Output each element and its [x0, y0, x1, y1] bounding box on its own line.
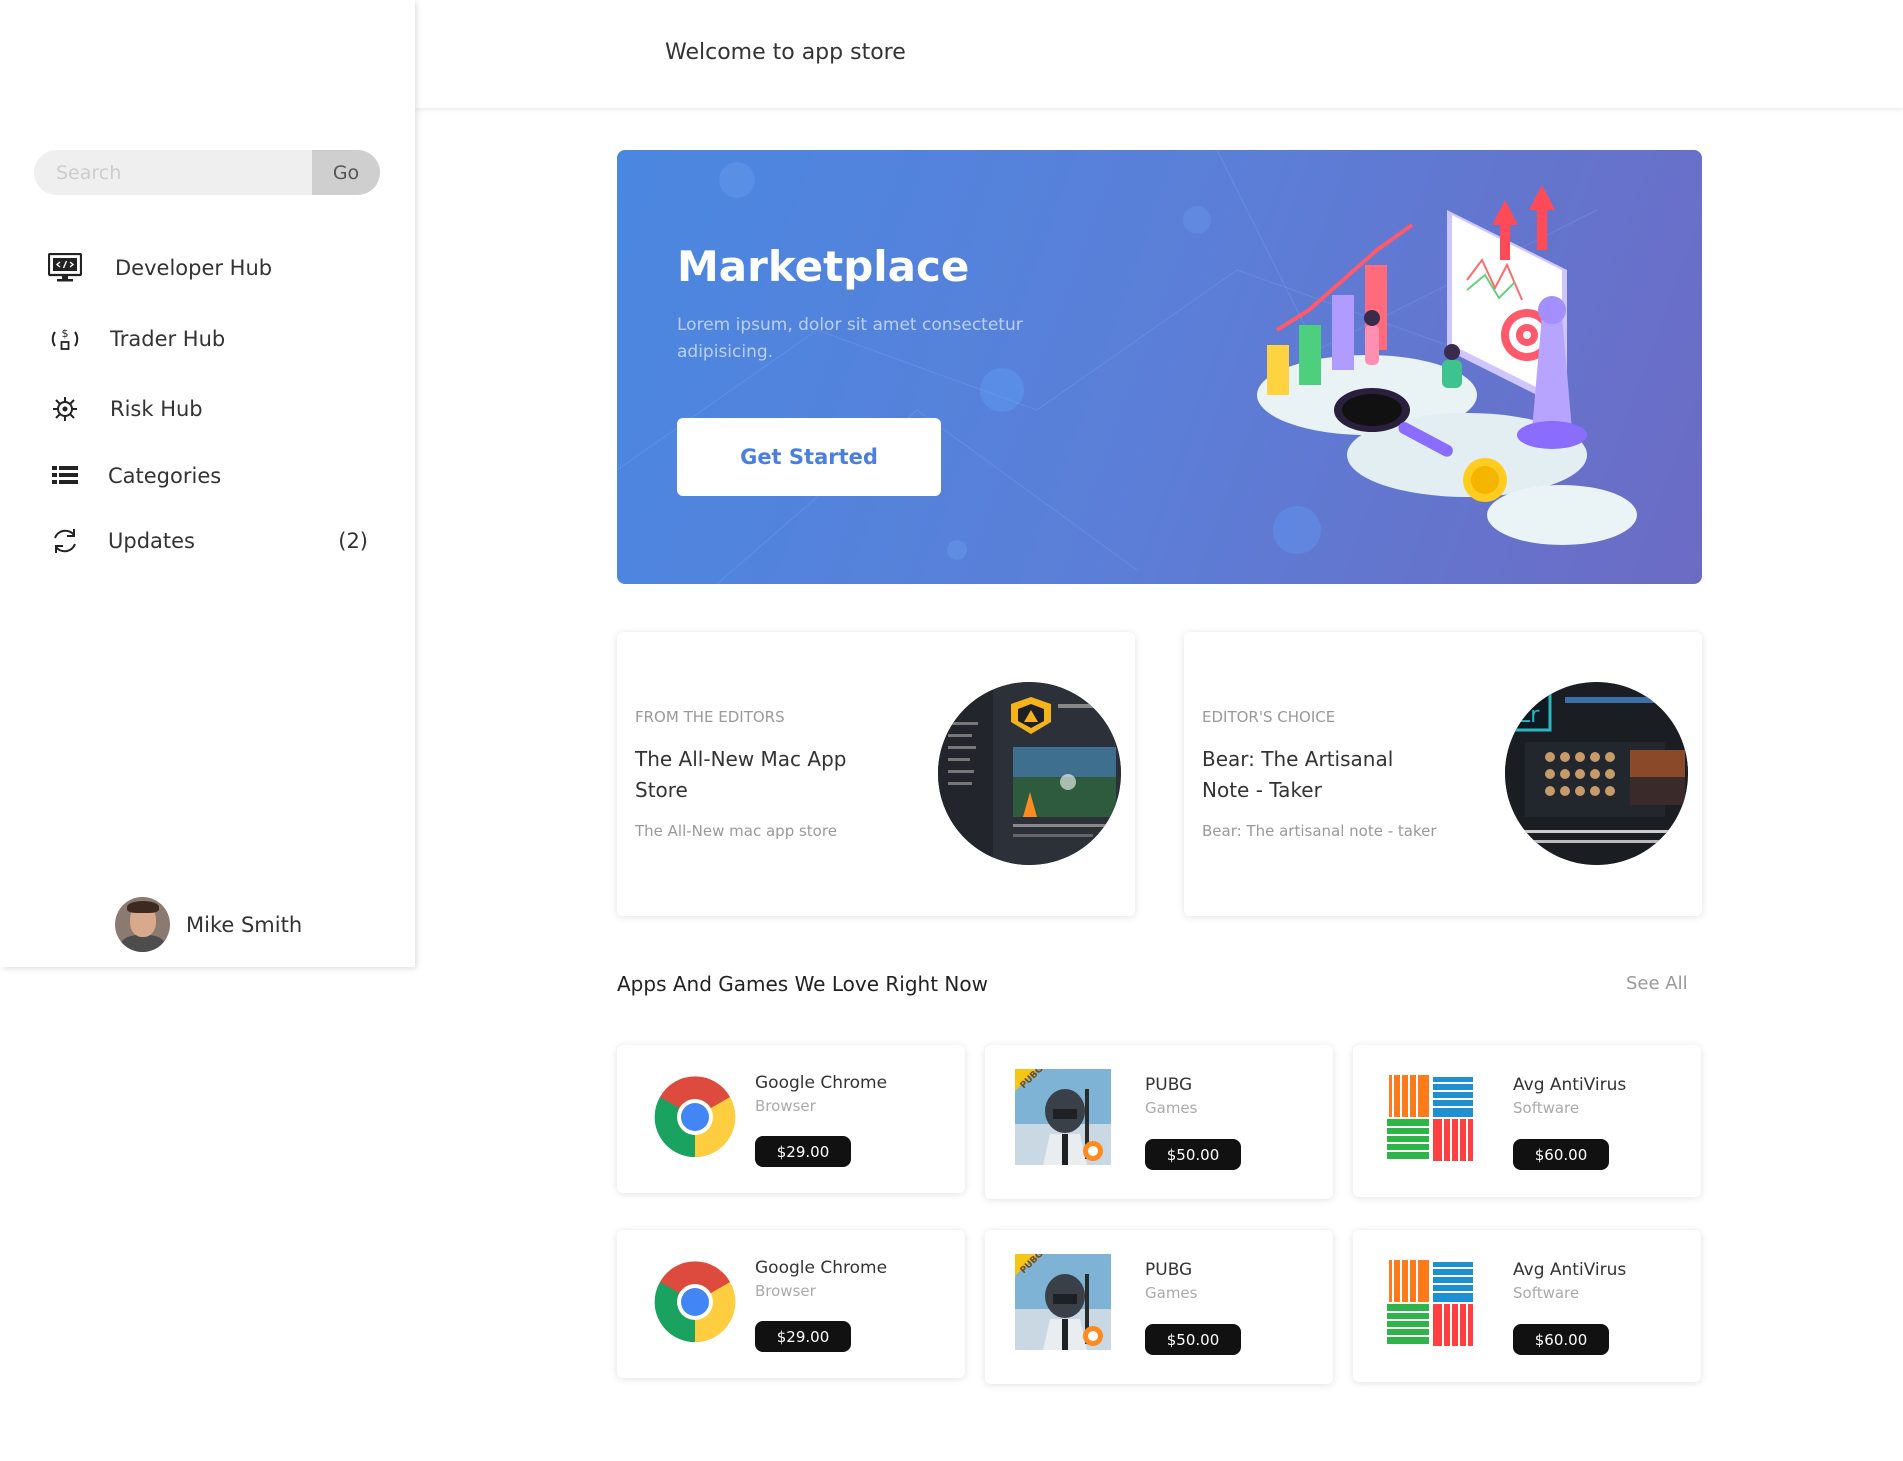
price-button[interactable]: $29.00 — [755, 1136, 851, 1167]
editor-card-kicker: EDITOR'S CHOICE — [1202, 708, 1336, 726]
app-category: Software — [1513, 1099, 1580, 1117]
app-card[interactable]: Google Chrome Browser $29.00 — [617, 1230, 965, 1378]
sidebar-item-risk-hub[interactable]: Risk Hub — [48, 393, 368, 425]
hero-title: Marketplace — [677, 242, 970, 291]
editor-card[interactable]: EDITOR'S CHOICE Bear: The Artisanal Note… — [1184, 632, 1702, 916]
virus-icon — [48, 393, 82, 425]
editor-card-subtitle: The All-New mac app store — [635, 822, 837, 840]
app-category: Games — [1145, 1099, 1198, 1117]
chrome-icon — [654, 1076, 736, 1158]
section-title: Apps And Games We Love Right Now — [617, 972, 988, 996]
app-card[interactable]: PUBG PUBG Games $50.00 — [985, 1045, 1333, 1199]
get-started-button[interactable]: Get Started — [677, 418, 941, 496]
sidebar-item-label: Updates — [108, 529, 195, 553]
refresh-icon — [48, 525, 82, 557]
bear-app-thumbnail: Lr — [1505, 682, 1688, 865]
avg-icon — [1387, 1260, 1473, 1346]
app-name: Google Chrome — [755, 1073, 888, 1093]
editor-card[interactable]: FROM THE EDITORS The All-New Mac App Sto… — [617, 632, 1135, 916]
editor-card-title: Bear: The Artisanal Note - Taker — [1202, 747, 1394, 802]
page-title: Welcome to app store — [665, 40, 906, 65]
app-category: Games — [1145, 1284, 1198, 1302]
hero-description: Lorem ipsum, dolor sit amet consectetur … — [677, 315, 1023, 362]
mac-app-store-thumbnail — [938, 682, 1121, 865]
app-name: Avg AntiVirus — [1513, 1260, 1627, 1280]
search-bar: Go — [34, 150, 380, 195]
app-card[interactable]: Avg AntiVirus Software $60.00 — [1353, 1230, 1701, 1382]
see-all-link[interactable]: See All — [1626, 973, 1688, 994]
search-go-button[interactable]: Go — [312, 150, 380, 195]
svg-text:Lr: Lr — [1518, 703, 1540, 728]
editor-card-title: The All-New Mac App Store — [635, 747, 847, 802]
monitor-code-icon — [48, 252, 82, 284]
app-card[interactable]: Avg AntiVirus Software $60.00 — [1353, 1045, 1701, 1197]
sidebar-item-developer-hub[interactable]: Developer Hub — [48, 252, 368, 284]
app-category: Browser — [755, 1282, 816, 1300]
top-header: Welcome to app store — [415, 0, 1903, 108]
app-card[interactable]: PUBG PUBG Games $50.00 — [985, 1230, 1333, 1384]
updates-count-badge: (2) — [338, 529, 368, 553]
price-button[interactable]: $50.00 — [1145, 1324, 1241, 1355]
app-name: Avg AntiVirus — [1513, 1075, 1627, 1095]
app-name: PUBG — [1145, 1260, 1193, 1280]
user-name: Mike Smith — [186, 912, 303, 937]
app-name: PUBG — [1145, 1075, 1193, 1095]
hero-banner: Marketplace Lorem ipsum, dolor sit amet … — [617, 150, 1702, 584]
sidebar-item-label: Developer Hub — [115, 256, 273, 280]
app-category: Software — [1513, 1284, 1580, 1302]
chrome-icon — [654, 1261, 736, 1343]
sidebar-item-categories[interactable]: Categories — [48, 460, 368, 492]
price-button[interactable]: $60.00 — [1513, 1139, 1609, 1170]
sidebar-item-label: Trader Hub — [110, 327, 226, 351]
editor-card-subtitle: Bear: The artisanal note - taker — [1202, 822, 1437, 840]
editor-card-kicker: FROM THE EDITORS — [635, 708, 785, 726]
user-profile[interactable]: Mike Smith — [115, 897, 302, 952]
marketplace-illustration — [1257, 185, 1637, 545]
list-icon — [48, 460, 82, 492]
app-card[interactable]: Google Chrome Browser $29.00 — [617, 1045, 965, 1193]
pubg-icon: PUBG — [1015, 1069, 1111, 1165]
price-button[interactable]: $50.00 — [1145, 1139, 1241, 1170]
sidebar-item-label: Risk Hub — [110, 397, 203, 421]
currency-exchange-icon: $ — [48, 323, 82, 355]
price-button[interactable]: $29.00 — [755, 1321, 851, 1352]
sidebar-item-label: Categories — [108, 464, 222, 488]
avg-icon — [1387, 1075, 1473, 1161]
sidebar: Go Developer Hub $ Trader Hub Risk Hub C… — [0, 0, 415, 967]
sidebar-item-updates[interactable]: Updates (2) — [48, 525, 368, 557]
app-category: Browser — [755, 1097, 816, 1115]
avatar — [115, 897, 170, 952]
svg-text:$: $ — [62, 327, 69, 340]
sidebar-item-trader-hub[interactable]: $ Trader Hub — [48, 323, 368, 355]
search-input[interactable] — [34, 150, 312, 195]
pubg-icon: PUBG — [1015, 1254, 1111, 1350]
app-name: Google Chrome — [755, 1258, 888, 1278]
price-button[interactable]: $60.00 — [1513, 1324, 1609, 1355]
